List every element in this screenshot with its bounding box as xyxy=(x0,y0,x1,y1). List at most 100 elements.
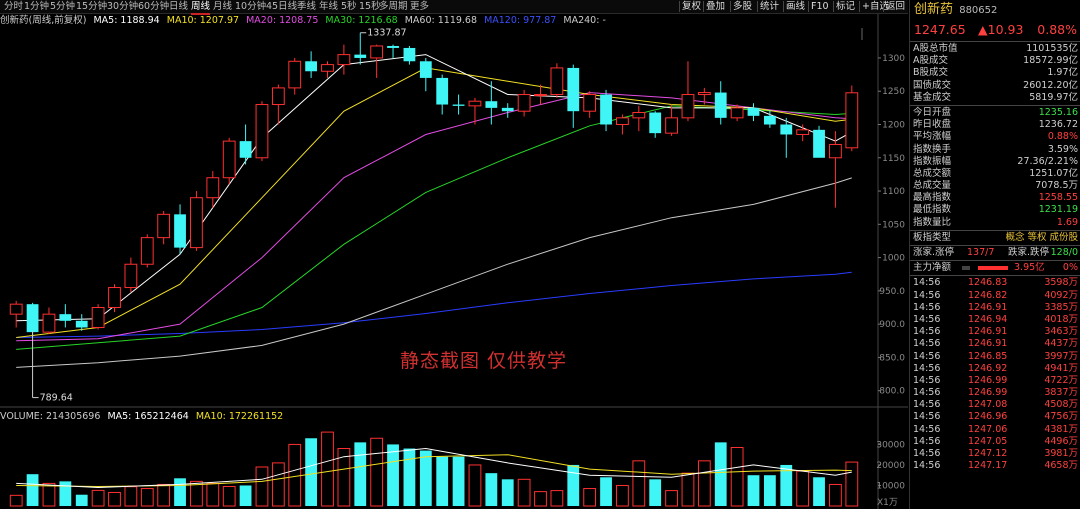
candle-body-up xyxy=(534,94,547,97)
candle-body-up xyxy=(796,129,810,135)
stat-row: 今日开盘 1235.16 xyxy=(910,107,1080,119)
tick-time: 14:56 xyxy=(913,387,941,399)
last-price: 1247.65 xyxy=(914,22,966,37)
candle-body-down xyxy=(747,107,760,116)
volume-bar-up xyxy=(140,488,154,507)
volume-bar-up xyxy=(124,486,138,507)
volume-bar-up xyxy=(583,488,597,507)
stat-label: 最高指数 xyxy=(913,192,952,204)
tick-amount: 4756万 xyxy=(1044,411,1078,423)
volume-bar-up xyxy=(255,466,269,507)
netflow-icon xyxy=(962,266,970,271)
candle-body-up xyxy=(468,100,482,107)
tick-amount: 3997万 xyxy=(1044,350,1078,362)
tick-list[interactable]: 14:56 1246.83 3598万 14:56 1246.82 4092万 14:56 1… xyxy=(910,277,1080,472)
instrument-header: 创新药 880652 xyxy=(910,0,1080,20)
netflow-label: 主力净额 xyxy=(913,262,952,274)
tick-row: 14:56 1246.96 4756万 xyxy=(910,411,1080,423)
kline-chart[interactable]: 1300 1250 1200 1150 1100 1050 1000 950.0 900.0 85… xyxy=(0,0,908,509)
volume-bar-up xyxy=(697,460,711,507)
volume-bar-down xyxy=(763,475,776,506)
candle-body-down xyxy=(813,129,825,158)
stat-row: B股成交 1.97亿 xyxy=(910,67,1080,79)
tick-time: 14:56 xyxy=(913,362,941,374)
candle-body-up xyxy=(829,143,842,159)
candle-body-down xyxy=(714,92,727,118)
candle-body-up xyxy=(124,263,138,289)
netflow-bar xyxy=(978,266,1008,271)
stat-label: 总成交额 xyxy=(913,167,952,179)
tick-price: 1246.85 xyxy=(968,350,1008,362)
stat-label: 总成交量 xyxy=(913,180,952,192)
volume-bar-up xyxy=(730,447,744,507)
tick-price: 1246.82 xyxy=(968,289,1008,301)
tick-amount: 4658万 xyxy=(1044,460,1078,472)
stat-row: 平均涨幅 0.88% xyxy=(910,131,1080,143)
candle-body-up xyxy=(845,92,859,149)
candle-body-down xyxy=(26,304,39,333)
candle-body-up xyxy=(157,213,171,239)
stat-label: 最低指数 xyxy=(913,204,952,216)
volume-bar-down xyxy=(26,474,39,506)
volume-tick-label: 30000 xyxy=(876,440,905,450)
downs-label: 跌家.跌停 xyxy=(1008,247,1050,258)
candle-body-up xyxy=(255,104,269,159)
tick-row: 14:56 1246.83 3598万 xyxy=(910,277,1080,289)
tick-time: 14:56 xyxy=(913,338,941,350)
tick-time: 14:56 xyxy=(913,326,941,338)
stat-row: 昨日收盘 1236.72 xyxy=(910,119,1080,131)
candle-body-down xyxy=(485,101,498,108)
price-tick-label: 900.0 xyxy=(879,320,905,330)
tick-time: 14:56 xyxy=(913,313,941,325)
volume-bar-up xyxy=(550,490,564,507)
volume-bar-down xyxy=(501,479,514,506)
price-tick-label: 1000 xyxy=(882,254,905,264)
price-change: ▲10.93 xyxy=(978,22,1024,37)
volume-bar-up xyxy=(157,483,171,507)
volume-bar-down xyxy=(747,475,760,506)
sector-type-tags[interactable]: 概念 等权 成份股 xyxy=(1005,232,1078,244)
tick-time: 14:56 xyxy=(913,448,941,459)
updown-value: 137/7 xyxy=(967,247,995,258)
netflow-row: 主力净额 3.95亿 0% xyxy=(910,262,1080,274)
stat-value: 5819.97亿 xyxy=(1029,91,1078,103)
tick-price: 1246.91 xyxy=(968,326,1008,338)
volume-bar-down xyxy=(649,479,662,506)
tick-price: 1246.99 xyxy=(968,374,1008,386)
price-tick-label: 800.0 xyxy=(879,387,905,397)
downs-value: 128/0 xyxy=(1050,247,1078,258)
stat-row: 基金成交 5819.97亿 xyxy=(910,92,1080,104)
stat-label: 昨日收盘 xyxy=(913,119,952,131)
stat-label: B股成交 xyxy=(913,67,949,79)
tick-amount: 4941万 xyxy=(1044,362,1078,374)
tick-price: 1246.92 xyxy=(968,362,1008,374)
index-stats: 今日开盘 1235.16 昨日收盘 1236.72 平均涨幅 0.88% 指数换手 3.59%… xyxy=(910,107,1080,229)
candle-body-up xyxy=(665,117,678,134)
volume-tick-label: 10000 xyxy=(876,481,905,491)
volume-bar-up xyxy=(321,431,334,507)
stat-label: A股成交 xyxy=(913,55,948,67)
stat-value: 1236.72 xyxy=(1038,119,1078,131)
tick-price: 1247.06 xyxy=(968,423,1008,435)
instrument-code: 880652 xyxy=(959,5,998,16)
stat-label: 国债成交 xyxy=(913,79,952,91)
stat-label: 指数量比 xyxy=(913,216,952,228)
volume-bar-up xyxy=(681,472,695,507)
stat-row: 总成交量 7078.5万 xyxy=(910,180,1080,192)
candle-body-up xyxy=(632,112,646,119)
volume-bar-down xyxy=(600,477,612,506)
stat-value: 1258.55 xyxy=(1038,192,1078,204)
volume-bar-up xyxy=(616,484,629,507)
sector-type-label: 板指类型 xyxy=(913,231,952,243)
stat-row: 总成交额 1251.07亿 xyxy=(910,168,1080,180)
tick-price: 1246.99 xyxy=(968,387,1008,399)
ma20-line xyxy=(16,92,852,342)
price-tick-label: 850.0 xyxy=(879,353,905,363)
volume-bar-down xyxy=(75,494,88,506)
candle-body-down xyxy=(354,54,367,58)
stat-row: 指数量比 1.69 xyxy=(910,217,1080,229)
stat-row: 指数振幅 27.36/2.21% xyxy=(910,156,1080,168)
volume-tick-label: 20000 xyxy=(876,461,905,471)
tick-row: 14:56 1246.91 3463万 xyxy=(910,326,1080,338)
high-marker-label: 1337.87 xyxy=(367,28,406,39)
